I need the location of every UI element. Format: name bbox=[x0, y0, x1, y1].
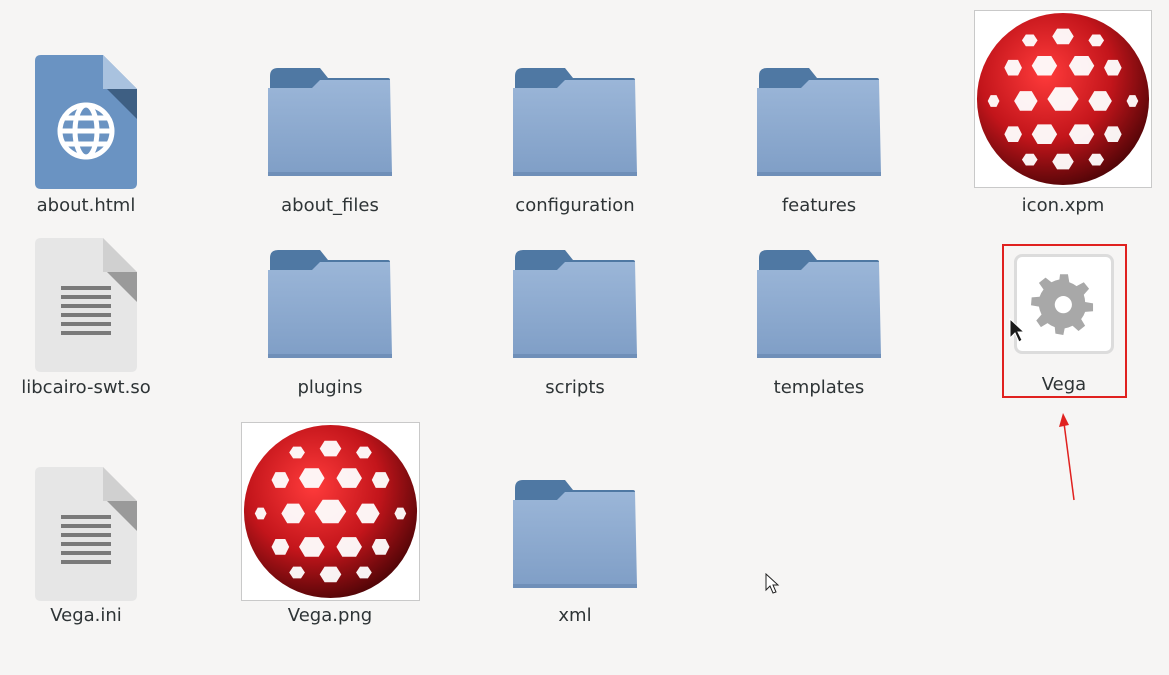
folder-icon bbox=[757, 66, 881, 176]
file-item-vega[interactable]: Vega bbox=[964, 254, 1164, 399]
file-item-libcairo-swt-so[interactable]: libcairo-swt.so bbox=[0, 238, 186, 403]
file-item-icon-xpm[interactable]: icon.xpm bbox=[963, 10, 1163, 220]
folder-item-templates[interactable]: templates bbox=[719, 248, 919, 413]
folder-label: scripts bbox=[545, 377, 605, 398]
mouse-pointer-icon bbox=[765, 573, 780, 594]
folder-icon bbox=[513, 478, 637, 588]
file-label: Vega bbox=[1041, 374, 1087, 395]
file-label: icon.xpm bbox=[1021, 195, 1105, 216]
file-icon-view: about.html about_files configuration fea… bbox=[0, 0, 1169, 675]
file-label: about.html bbox=[36, 195, 136, 216]
folder-label: configuration bbox=[515, 195, 635, 216]
text-file-icon bbox=[35, 238, 137, 372]
annotation-arrow bbox=[1059, 413, 1075, 501]
sphere-image bbox=[975, 11, 1151, 187]
executable-icon-frame bbox=[1014, 254, 1114, 354]
file-label: Vega.png bbox=[287, 605, 373, 626]
file-label: libcairo-swt.so bbox=[21, 377, 151, 398]
folder-icon bbox=[513, 248, 637, 358]
folder-label: templates bbox=[773, 377, 865, 398]
image-thumbnail bbox=[974, 10, 1152, 188]
folder-item-scripts[interactable]: scripts bbox=[475, 248, 675, 413]
folder-label: plugins bbox=[297, 377, 363, 398]
sphere-image bbox=[242, 423, 419, 600]
folder-item-xml[interactable]: xml bbox=[475, 478, 675, 643]
text-file-icon bbox=[35, 467, 137, 601]
folder-label: xml bbox=[558, 605, 592, 626]
folder-icon bbox=[268, 66, 392, 176]
file-item-vega-ini[interactable]: Vega.ini bbox=[0, 467, 186, 632]
folder-item-features[interactable]: features bbox=[719, 66, 919, 231]
file-item-about-html[interactable]: about.html bbox=[0, 55, 186, 220]
folder-icon bbox=[268, 248, 392, 358]
file-label: Vega.ini bbox=[50, 605, 122, 626]
folder-item-plugins[interactable]: plugins bbox=[230, 248, 430, 413]
html-file-icon bbox=[35, 55, 137, 189]
folder-label: features bbox=[781, 195, 857, 216]
folder-item-configuration[interactable]: configuration bbox=[475, 66, 675, 231]
gear-icon bbox=[1031, 269, 1097, 335]
image-thumbnail bbox=[241, 422, 420, 601]
folder-icon bbox=[513, 66, 637, 176]
folder-label: about_files bbox=[281, 195, 379, 216]
file-item-vega-png[interactable]: Vega.png bbox=[230, 422, 430, 632]
folder-icon bbox=[757, 248, 881, 358]
folder-item-about-files[interactable]: about_files bbox=[230, 66, 430, 231]
